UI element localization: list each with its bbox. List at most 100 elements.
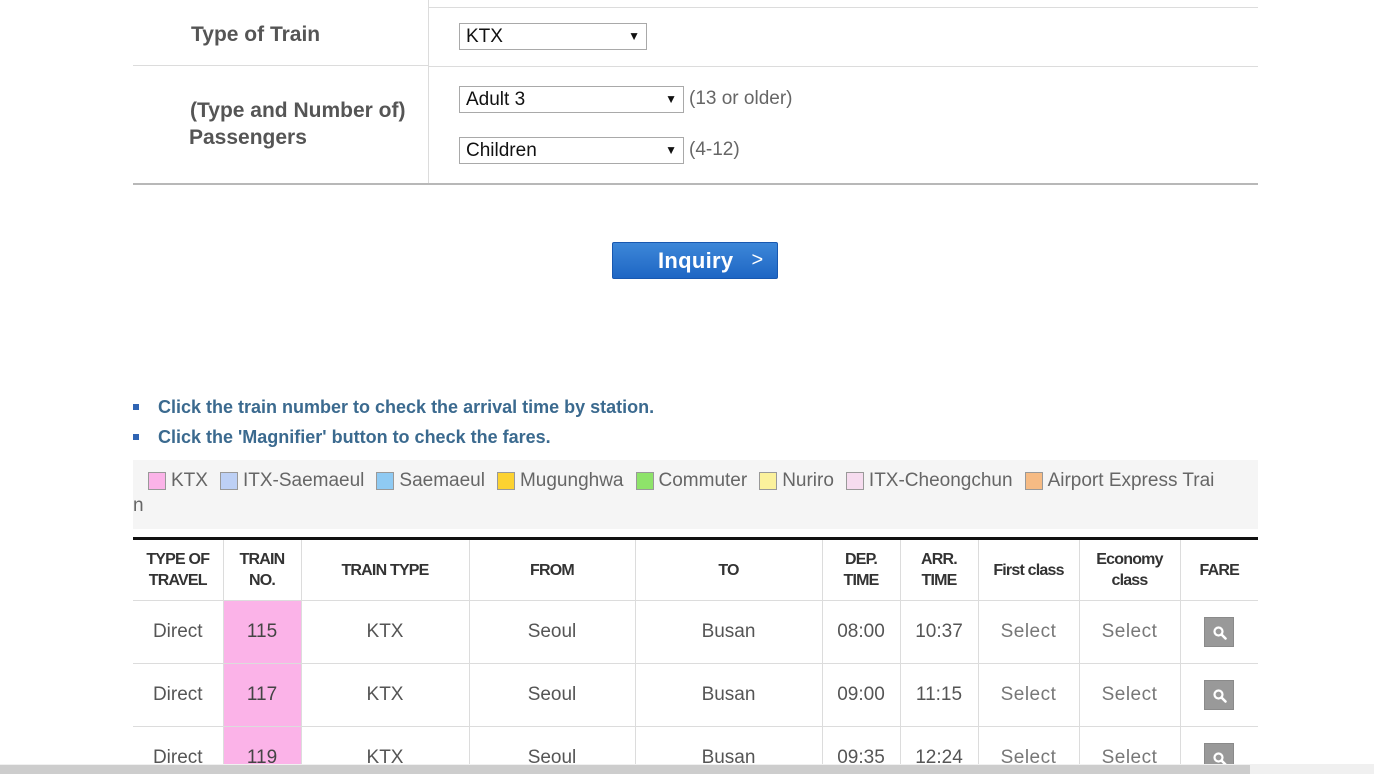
magnifier-icon[interactable] <box>1204 680 1235 710</box>
column-header-text: TRAVEL <box>148 572 208 589</box>
chevron-down-icon: ▼ <box>628 29 640 43</box>
column-header: TYPE OF TRAVEL <box>133 537 223 601</box>
legend-label: Airport Express Trai <box>1047 470 1215 491</box>
legend-item: ITX-Cheongchun <box>845 470 1013 492</box>
form-divider <box>133 183 1258 185</box>
legend-item: Nuriro <box>759 470 834 492</box>
fare-cell <box>1179 600 1258 664</box>
legend-item: Saemaeul <box>376 470 485 492</box>
children-count-select[interactable]: Children ▼ <box>459 137 684 164</box>
passengers-label: (Type and Number of) Passengers <box>189 97 405 151</box>
legend-swatch <box>148 472 166 490</box>
table-row: Direct 117 KTX Seoul Busan 09:00 11:15 Select Se… <box>133 663 1258 727</box>
legend-label: Saemaeul <box>399 470 485 491</box>
note-text: Click the 'Magnifier' button to check th… <box>158 427 551 447</box>
train-type-select[interactable]: KTX ▼ <box>459 23 647 50</box>
children-age-hint: (4-12) <box>689 139 740 160</box>
table-row: Direct 115 KTX Seoul Busan 08:00 10:37 Select Se… <box>133 600 1258 664</box>
departure-time-cell: 08:00 <box>821 600 900 664</box>
legend-label: Nuriro <box>782 470 834 491</box>
economy-class-select-button[interactable]: Select <box>1078 600 1180 664</box>
column-header-text: TYPE OF <box>146 551 210 568</box>
table-body: Direct 115 KTX Seoul Busan 08:00 10:37 Select Se… <box>133 600 1258 774</box>
column-header-text: First class <box>993 561 1064 579</box>
adult-age-hint: (13 or older) <box>689 88 793 109</box>
column-header: ARR. TIME <box>899 537 978 601</box>
column-header-text: TO <box>718 561 739 579</box>
train-type-select-value: KTX <box>466 26 503 47</box>
legend-item: Commuter <box>635 470 748 492</box>
train-type-cell: KTX <box>300 663 469 727</box>
children-count-select-value: Children <box>466 140 537 161</box>
train-number-link[interactable]: 117 <box>222 663 301 727</box>
arrival-time-cell: 10:37 <box>899 600 978 664</box>
column-header: FARE <box>1179 537 1258 601</box>
column-header-text: TRAIN TYPE <box>341 561 429 579</box>
first-class-select-button[interactable]: Select <box>977 663 1079 727</box>
train-number-link[interactable]: 115 <box>222 600 301 664</box>
legend-label: ITX-Cheongchun <box>868 470 1013 491</box>
column-header: TRAIN TYPE <box>300 537 469 601</box>
form-divider <box>428 7 1258 8</box>
train-results-table: TYPE OF TRAVEL TRAIN NO. TRAIN TYPE FROM TO DEP… <box>133 537 1258 774</box>
legend-label: ITX-Saemaeul <box>242 470 365 491</box>
inquiry-button-label: Inquiry <box>658 247 734 273</box>
departure-time-cell: 09:00 <box>821 663 900 727</box>
column-header-text: TIME <box>843 572 879 589</box>
column-header-text: ARR. <box>921 551 958 568</box>
inquiry-button[interactable]: Inquiry > <box>612 242 778 279</box>
legend-swatch <box>1024 472 1043 490</box>
adult-count-select[interactable]: Adult 3 ▼ <box>459 86 684 113</box>
legend-swatch <box>219 472 238 490</box>
column-header-text: TIME <box>921 572 957 589</box>
passengers-label-line1: (Type and Number of) <box>190 99 406 122</box>
economy-class-select-button[interactable]: Select <box>1078 663 1180 727</box>
bullet-icon <box>133 404 139 410</box>
column-header-text: Economy <box>1096 551 1163 568</box>
train-type-label: Type of Train <box>191 23 321 46</box>
horizontal-scrollbar[interactable] <box>0 764 1374 774</box>
legend-item: Mugunghwa <box>496 470 624 492</box>
column-header-text: TRAIN <box>239 551 286 568</box>
legend-swatch <box>376 472 395 490</box>
search-form: Type of Train (Type and Number of) Passe… <box>133 0 1258 186</box>
passengers-label-line2: Passengers <box>189 126 307 149</box>
form-divider <box>428 66 1258 67</box>
train-type-cell: KTX <box>300 600 469 664</box>
column-header-text: FARE <box>1199 561 1240 579</box>
column-header: FROM <box>468 537 635 601</box>
chevron-right-icon: > <box>751 249 764 271</box>
column-header-text: FROM <box>530 561 575 579</box>
magnifier-icon[interactable] <box>1204 617 1235 647</box>
fare-cell <box>1179 663 1258 727</box>
legend-row: KTX ITX-Saemaeul Saemaeul Mugunghwa Commuter… <box>148 470 1226 492</box>
form-divider <box>428 0 429 184</box>
train-type-legend: KTX ITX-Saemaeul Saemaeul Mugunghwa Commuter… <box>133 460 1258 529</box>
bullet-icon <box>133 434 139 440</box>
table-header-row: TYPE OF TRAVEL TRAIN NO. TRAIN TYPE FROM TO DEP… <box>133 537 1258 601</box>
column-header: First class <box>977 537 1079 601</box>
from-station-cell: Seoul <box>468 600 635 664</box>
column-header-text: NO. <box>248 572 276 589</box>
legend-swatch <box>635 472 654 490</box>
form-divider <box>133 65 428 66</box>
arrival-time-cell: 11:15 <box>899 663 978 727</box>
first-class-select-button[interactable]: Select <box>977 600 1079 664</box>
chevron-down-icon: ▼ <box>665 92 677 106</box>
column-header-text: class <box>1111 572 1148 589</box>
column-header: TO <box>634 537 822 601</box>
legend-item: KTX <box>148 470 208 492</box>
to-station-cell: Busan <box>634 600 822 664</box>
legend-swatch <box>759 472 778 490</box>
legend-item: Airport Express Trai <box>1024 470 1215 492</box>
legend-swatch <box>496 472 515 490</box>
scrollbar-thumb[interactable] <box>0 765 1250 774</box>
column-header: Economy class <box>1078 537 1180 601</box>
legend-wrap-text: n <box>133 495 144 516</box>
note-text: Click the train number to check the arri… <box>158 397 655 417</box>
to-station-cell: Busan <box>634 663 822 727</box>
legend-label: Commuter <box>658 470 748 491</box>
travel-type-cell: Direct <box>133 600 223 664</box>
legend-swatch <box>845 472 864 490</box>
adult-count-select-value: Adult 3 <box>466 89 526 110</box>
